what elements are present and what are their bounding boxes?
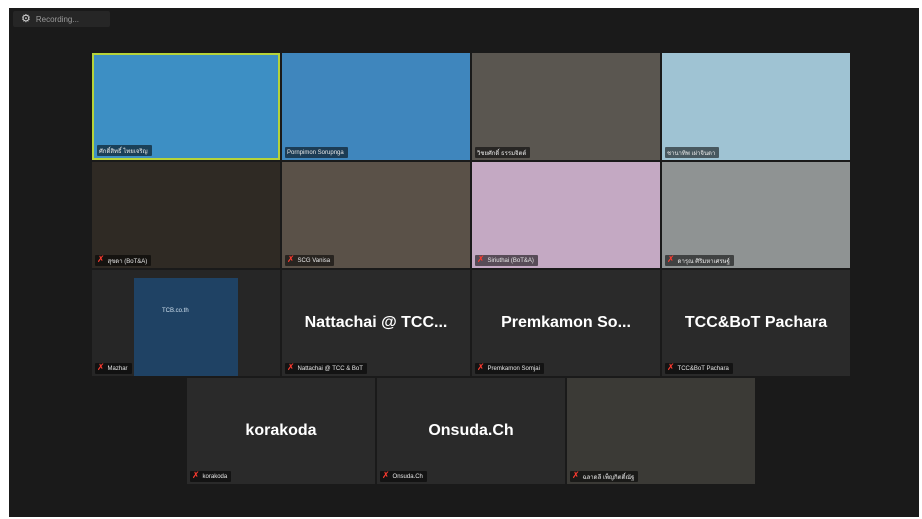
participant-display-name: Onsuda.Ch (428, 422, 514, 439)
muted-mic-icon: ✗ (382, 471, 390, 481)
participant-name-label: ฉลาดลี เพ็ญกิตติ์ณัฐ (582, 474, 635, 481)
video-feed (94, 55, 278, 158)
name-tag: ศักดิ์สิทธิ์ ไทยเจริญ (97, 145, 152, 156)
video-feed (472, 53, 660, 160)
participant-name-label: ศักดิ์สิทธิ์ ไทยเจริญ (99, 148, 148, 155)
participant-name-label: Mazhar (107, 365, 128, 372)
participant-name-label: วิชยศักดิ์ ธรรมจิตต์ (477, 150, 527, 157)
name-tag: ✗ ฉลาดลี เพ็ญกิตติ์ณัฐ (570, 471, 639, 482)
name-tag: ✗ Onsuda.Ch (380, 471, 427, 482)
muted-mic-icon: ✗ (97, 363, 105, 373)
participant-name-label: สุขดา (BoT&A) (107, 258, 148, 265)
muted-mic-icon: ✗ (667, 363, 675, 373)
participant-tile[interactable]: ชานาทิพ เผ่าจินดา (662, 53, 850, 160)
participant-tile[interactable]: ศักดิ์สิทธิ์ ไทยเจริญ (92, 53, 280, 160)
muted-mic-icon: ✗ (477, 363, 485, 373)
recording-indicator[interactable]: ⚙ Recording... (13, 11, 110, 27)
participant-tile[interactable]: ✗ Siriuthai (BoT&A) (472, 162, 660, 268)
video-feed (282, 53, 470, 160)
muted-mic-icon: ✗ (667, 255, 675, 265)
participant-name-label: korakoda (202, 473, 228, 480)
recording-label: Recording... (35, 14, 80, 24)
shared-screen-thumbnail (134, 278, 238, 376)
video-feed (472, 162, 660, 268)
recording-gear-icon: ⚙ (21, 12, 31, 25)
participant-tile[interactable]: korakoda ✗ korakoda (187, 378, 375, 484)
name-tag: ✗ ดารุณ ศิริมหาเศรษฐ์ (665, 255, 734, 266)
video-feed: TCB.co.th (92, 270, 280, 376)
name-tag: ✗ สุขดา (BoT&A) (95, 255, 152, 266)
participant-name-label: Pornpimon Sorupnga (287, 149, 344, 156)
name-tag: วิชยศักดิ์ ธรรมจิตต์ (475, 147, 531, 158)
participant-display-name: TCC&BoT Pachara (684, 314, 828, 331)
screen-logo-text: TCB.co.th (162, 308, 189, 314)
participant-name-label: TCC&BoT Pachara (677, 365, 729, 372)
name-tag: ✗ SCG Vanisa (285, 255, 335, 266)
participant-tile[interactable]: Premkamon So... ✗ Premkamon Somjai (472, 270, 660, 376)
video-feed (92, 162, 280, 268)
name-tag: ✗ TCC&BoT Pachara (665, 363, 733, 374)
video-feed (662, 53, 850, 160)
participant-name-label: Nattachai @ TCC & BoT (297, 365, 363, 372)
name-tag: ชานาทิพ เผ่าจินดา (665, 147, 720, 158)
participant-display-name: korakoda (245, 422, 317, 439)
participant-tile[interactable]: Onsuda.Ch ✗ Onsuda.Ch (377, 378, 565, 484)
participant-tile[interactable]: Pornpimon Sorupnga (282, 53, 470, 160)
video-feed (567, 378, 755, 484)
muted-mic-icon: ✗ (477, 255, 485, 265)
participant-name-label: ดารุณ ศิริมหาเศรษฐ์ (677, 258, 730, 265)
participant-tile[interactable]: ✗ ดารุณ ศิริมหาเศรษฐ์ (662, 162, 850, 268)
participant-tile[interactable]: Nattachai @ TCC... ✗ Nattachai @ TCC & BoT (282, 270, 470, 376)
participant-tile[interactable]: วิชยศักดิ์ ธรรมจิตต์ (472, 53, 660, 160)
participant-tile[interactable]: ✗ ฉลาดลี เพ็ญกิตติ์ณัฐ (567, 378, 755, 484)
participant-tile[interactable]: ✗ สุขดา (BoT&A) (92, 162, 280, 268)
muted-mic-icon: ✗ (287, 255, 295, 265)
participant-name-label: SCG Vanisa (297, 257, 331, 264)
participant-tile[interactable]: TCB.co.th ✗ Mazhar (92, 270, 280, 376)
participant-tile[interactable]: TCC&BoT Pachara ✗ TCC&BoT Pachara (662, 270, 850, 376)
name-tag: ✗ Premkamon Somjai (475, 363, 544, 374)
name-tag: ✗ Siriuthai (BoT&A) (475, 255, 538, 266)
muted-mic-icon: ✗ (572, 471, 580, 481)
participant-display-name: Premkamon So... (501, 314, 631, 331)
meeting-window: ⚙ Recording... ศักดิ์สิทธิ์ ไทยเจริญ Por… (9, 8, 919, 517)
muted-mic-icon: ✗ (192, 471, 200, 481)
participant-display-name: Nattachai @ TCC... (304, 314, 448, 331)
name-tag: ✗ korakoda (190, 471, 232, 482)
name-tag: Pornpimon Sorupnga (285, 147, 348, 158)
participant-name-label: Premkamon Somjai (487, 365, 540, 372)
muted-mic-icon: ✗ (287, 363, 295, 373)
video-feed (282, 162, 470, 268)
participant-name-label: Siriuthai (BoT&A) (487, 257, 534, 264)
participant-name-label: ชานาทิพ เผ่าจินดา (667, 150, 716, 157)
participant-name-label: Onsuda.Ch (392, 473, 423, 480)
name-tag: ✗ Mazhar (95, 363, 132, 374)
name-tag: ✗ Nattachai @ TCC & BoT (285, 363, 367, 374)
participant-tile[interactable]: ✗ SCG Vanisa (282, 162, 470, 268)
video-feed (662, 162, 850, 268)
muted-mic-icon: ✗ (97, 255, 105, 265)
